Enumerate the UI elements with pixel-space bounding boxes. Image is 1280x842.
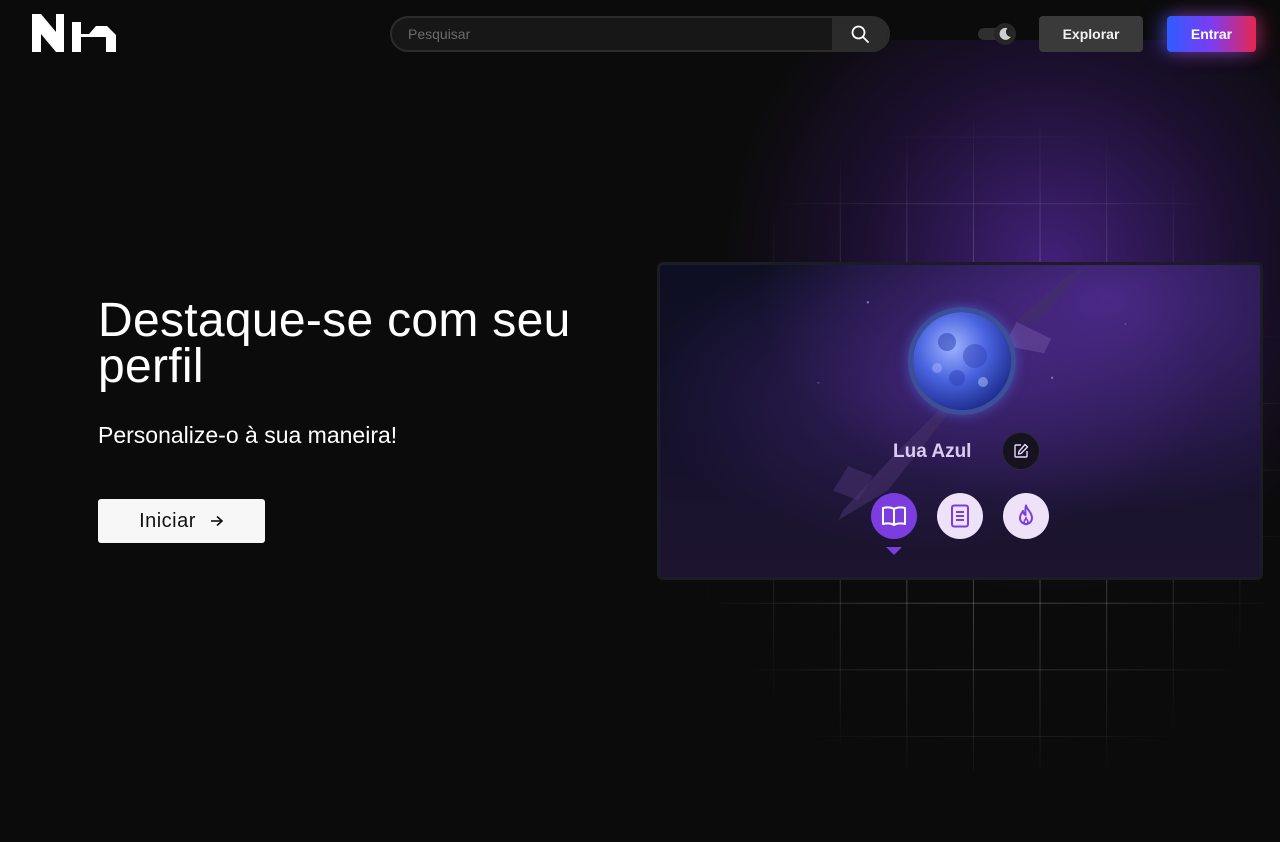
start-button[interactable]: Iniciar [98,499,265,543]
active-badge-indicator [886,547,902,555]
hero-subtitle: Personalize-o à sua maneira! [98,422,398,448]
hero-title: Destaque-se com seu perfil [98,294,571,393]
badge-reading[interactable] [871,493,917,539]
arrow-right-icon [210,515,224,527]
moon-icon [999,27,1011,40]
start-button-label: Iniciar [139,509,196,532]
login-button[interactable]: Entrar [1167,16,1256,52]
search-icon [851,25,869,43]
moon-avatar-image [913,312,1011,410]
search-input[interactable] [392,18,834,50]
badge-document[interactable] [937,493,983,539]
top-navbar: Explorar Entrar [0,0,1280,70]
edit-profile-button[interactable] [1002,432,1040,470]
profile-avatar [908,307,1016,415]
explore-button[interactable]: Explorar [1039,16,1143,52]
open-book-icon [882,506,906,526]
profile-card-preview: Lua Azul [657,262,1263,580]
badge-flame[interactable] [1003,493,1049,539]
document-icon [951,504,969,528]
search-bar [390,16,890,52]
site-logo[interactable] [32,14,116,54]
pencil-edit-icon [1014,443,1029,458]
toggle-knob [994,23,1016,45]
flame-icon [1019,504,1033,526]
logo-icon [32,14,116,52]
search-button[interactable] [832,18,888,50]
profile-username: Lua Azul [893,441,972,462]
theme-toggle[interactable] [976,22,1018,46]
